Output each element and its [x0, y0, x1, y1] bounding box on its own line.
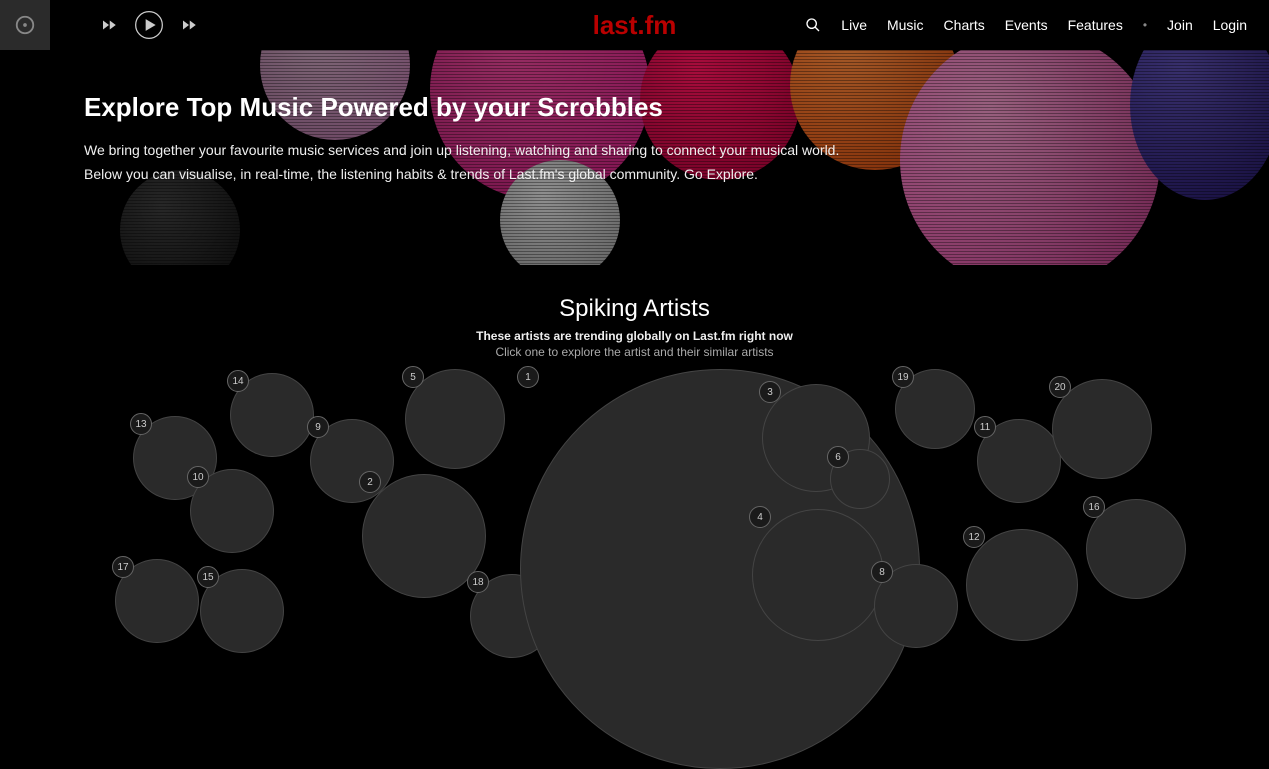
nav-login[interactable]: Login: [1213, 17, 1247, 33]
bubble-rank-badge: 8: [871, 561, 893, 583]
bubble-chart: 131410171595218134681911122016: [0, 369, 1269, 609]
hero-content: Explore Top Music Powered by your Scrobb…: [0, 50, 900, 187]
bubble-rank-badge: 18: [467, 571, 489, 593]
artist-bubble-11[interactable]: 11: [977, 419, 1061, 503]
prev-button[interactable]: [100, 16, 118, 34]
hero-line1: We bring together your favourite music s…: [84, 139, 900, 163]
artist-bubble-4[interactable]: 4: [752, 509, 884, 641]
hero-banner: Explore Top Music Powered by your Scrobb…: [0, 50, 1269, 265]
hero-line2: Below you can visualise, in real-time, t…: [84, 163, 900, 187]
play-button[interactable]: [134, 10, 164, 40]
play-icon: [134, 10, 164, 40]
player-controls: [100, 10, 198, 40]
nav-join[interactable]: Join: [1167, 17, 1193, 33]
bubble-rank-badge: 4: [749, 506, 771, 528]
skip-forward-icon: [180, 16, 198, 34]
bubble-rank-badge: 5: [402, 366, 424, 388]
bubble-rank-badge: 19: [892, 366, 914, 388]
nav-charts[interactable]: Charts: [944, 17, 985, 33]
bubble-rank-badge: 15: [197, 566, 219, 588]
bubble-rank-badge: 6: [827, 446, 849, 468]
skip-back-icon: [100, 16, 118, 34]
artist-bubble-14[interactable]: 14: [230, 373, 314, 457]
main-nav: Live Music Charts Events Features • Join…: [805, 17, 1269, 33]
bubble-rank-badge: 12: [963, 526, 985, 548]
bubble-rank-badge: 3: [759, 381, 781, 403]
disc-icon: [14, 14, 36, 36]
nav-events[interactable]: Events: [1005, 17, 1048, 33]
bubble-rank-badge: 17: [112, 556, 134, 578]
artist-bubble-16[interactable]: 16: [1086, 499, 1186, 599]
spiking-sub1: These artists are trending globally on L…: [0, 329, 1269, 343]
nav-divider: •: [1143, 18, 1147, 32]
bubble-rank-badge: 14: [227, 370, 249, 392]
bubble-rank-badge: 20: [1049, 376, 1071, 398]
search-icon: [805, 17, 821, 33]
player-disc-button[interactable]: [0, 0, 50, 50]
top-header: last.fm Live Music Charts Events Feature…: [0, 0, 1269, 50]
bubble-rank-badge: 10: [187, 466, 209, 488]
artist-bubble-8[interactable]: 8: [874, 564, 958, 648]
artist-bubble-20[interactable]: 20: [1052, 379, 1152, 479]
nav-music[interactable]: Music: [887, 17, 924, 33]
bubble-rank-badge: 1: [517, 366, 539, 388]
bubble-rank-badge: 2: [359, 471, 381, 493]
artist-bubble-12[interactable]: 12: [966, 529, 1078, 641]
hero-title: Explore Top Music Powered by your Scrobb…: [84, 92, 900, 123]
spiking-sub2: Click one to explore the artist and thei…: [0, 345, 1269, 359]
bubble-rank-badge: 16: [1083, 496, 1105, 518]
bubble-rank-badge: 11: [974, 416, 996, 438]
spiking-title: Spiking Artists: [0, 295, 1269, 323]
nav-live[interactable]: Live: [841, 17, 867, 33]
next-button[interactable]: [180, 16, 198, 34]
artist-bubble-5[interactable]: 5: [405, 369, 505, 469]
artist-bubble-6[interactable]: 6: [830, 449, 890, 509]
brand-logo[interactable]: last.fm: [593, 10, 677, 41]
artist-bubble-15[interactable]: 15: [200, 569, 284, 653]
search-button[interactable]: [805, 17, 821, 33]
bubble-rank-badge: 13: [130, 413, 152, 435]
nav-features[interactable]: Features: [1068, 17, 1123, 33]
spiking-section: Spiking Artists These artists are trendi…: [0, 265, 1269, 609]
artist-bubble-19[interactable]: 19: [895, 369, 975, 449]
bubble-rank-badge: 9: [307, 416, 329, 438]
artist-bubble-10[interactable]: 10: [190, 469, 274, 553]
